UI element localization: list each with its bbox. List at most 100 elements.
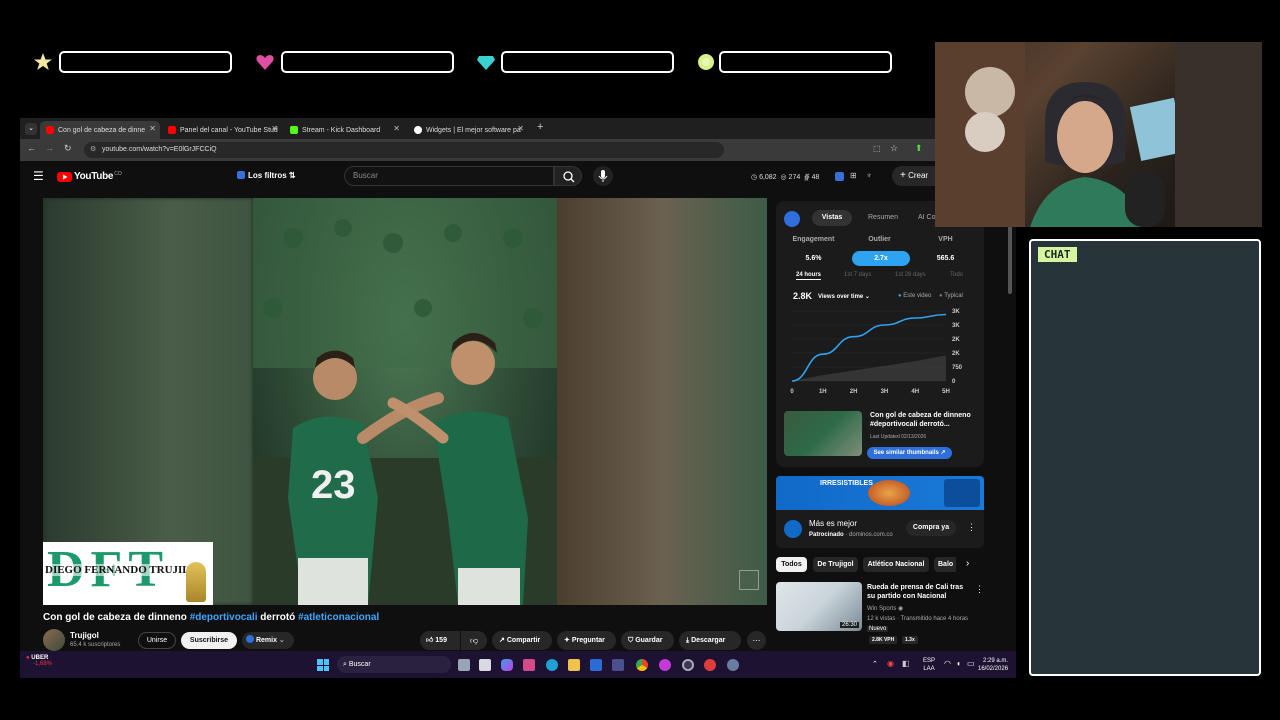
range-all[interactable]: Todo [950, 272, 963, 278]
more-actions-button[interactable]: ⋯ [747, 631, 766, 650]
tab-vistas[interactable]: Vistas [812, 210, 852, 226]
stock-widget[interactable]: ● UBER -1,68% [26, 655, 52, 667]
windows-taskbar: ● UBER -1,68% ⌕ Buscar ⌃ ◉ ◧ ESP LAA ◠ ◖ … [20, 651, 1016, 678]
tab-youtube-video[interactable]: Con gol de cabeza de dinne ✕ [40, 121, 160, 139]
save-button[interactable]: ⛉ Guardar [621, 631, 674, 650]
tab-youtube-studio[interactable]: Panel del canal - YouTube Stud ✕ [162, 121, 282, 139]
channel-name[interactable]: Trujigol [70, 631, 99, 640]
hashtag-link[interactable]: #atleticonacional [298, 612, 379, 623]
forward-icon[interactable]: → [45, 143, 54, 153]
tab-list-button[interactable]: ⌄ [25, 123, 37, 135]
subscribe-button[interactable]: Suscribirse [181, 632, 237, 649]
join-button[interactable]: Unirse [138, 632, 176, 649]
similar-thumbnails-button[interactable]: See similar thumbnails ↗ [867, 447, 952, 459]
range-28d[interactable]: 1st 28 days [895, 272, 926, 278]
x-tick-label: 5H [942, 389, 950, 395]
close-tab-icon[interactable]: ✕ [149, 124, 156, 133]
award-icon[interactable]: ♆ [866, 171, 872, 180]
filters-button[interactable]: Los filtros ⇅ [237, 171, 296, 180]
range-7d[interactable]: 1st 7 days [844, 272, 871, 278]
extension-badge-icon[interactable] [835, 172, 844, 181]
start-icon[interactable] [317, 659, 329, 671]
close-tab-icon[interactable]: ✕ [271, 124, 278, 133]
remix-button[interactable]: Remix ⌄ [242, 632, 294, 649]
pizza-image [868, 480, 910, 506]
ask-button[interactable]: ✦ Preguntar [557, 631, 616, 650]
photos-icon[interactable] [523, 659, 535, 671]
more-options-icon[interactable]: ⋮ [967, 522, 976, 533]
wifi-icon[interactable]: ◠ [944, 659, 951, 668]
chip-todos[interactable]: Todos [776, 557, 807, 572]
download-button[interactable]: ⤓ Descargar [679, 631, 741, 650]
word-icon[interactable] [590, 659, 602, 671]
taskbar-search[interactable]: ⌕ Buscar [337, 656, 451, 673]
chrome-icon[interactable] [636, 659, 648, 671]
channel-avatar[interactable] [43, 629, 65, 651]
hashtag-link[interactable]: #deportivocali [190, 612, 258, 623]
search-input[interactable]: Buscar [344, 166, 554, 186]
rec-thumbnail[interactable]: 26:30 [776, 582, 862, 631]
tab-widgets[interactable]: Widgets | El mejor software pa ✕ [408, 121, 528, 139]
range-24h[interactable]: 24 hours [796, 272, 822, 280]
rec-channel[interactable]: Win Sports ◉ [867, 605, 903, 612]
task-view-icon[interactable] [458, 659, 470, 671]
new-tab-button[interactable]: + [537, 121, 543, 133]
ad-banner[interactable]: IRRESISTIBLES [776, 476, 984, 510]
youtube-logo[interactable]: YouTube CO [57, 171, 122, 182]
obs-icon[interactable] [682, 659, 694, 671]
battery-icon[interactable]: ▭ [967, 659, 975, 668]
voice-search-button[interactable] [593, 166, 613, 186]
chip-de-trujigol[interactable]: De Trujigol [813, 557, 858, 572]
widgets-favicon-icon [414, 126, 422, 134]
explorer-icon[interactable] [568, 659, 580, 671]
ad-cta-button[interactable]: Compra ya [906, 520, 956, 536]
tray-app-icon[interactable]: ◧ [902, 659, 910, 668]
language-indicator[interactable]: ESP LAA [923, 657, 935, 673]
filter-ext-icon [237, 171, 245, 179]
like-button[interactable]: 👍︎ 159 [420, 631, 460, 650]
views-dropdown[interactable]: Views over time ⌄ [818, 293, 870, 300]
chips-next-icon[interactable]: › [966, 558, 969, 569]
similar-label: See similar thumbnails [873, 450, 939, 456]
reload-icon[interactable]: ↻ [64, 143, 72, 154]
close-tab-icon[interactable]: ✕ [393, 124, 400, 133]
rec-more-icon[interactable]: ⋮ [975, 584, 984, 595]
rec-title[interactable]: Rueda de prensa de Cali tras su partido … [867, 583, 971, 601]
chip-balon[interactable]: Balo [934, 557, 956, 572]
tray-icon[interactable]: ◉ [887, 659, 894, 668]
channel-avatar-watermark[interactable] [739, 570, 759, 590]
app-icon[interactable] [659, 659, 671, 671]
settings-gear-icon[interactable] [727, 659, 739, 671]
tab-kick-dashboard[interactable]: Stream - Kick Dashboard ✕ [284, 121, 404, 139]
copilot-icon[interactable] [501, 659, 513, 671]
app-icon[interactable] [704, 659, 716, 671]
search-button[interactable] [554, 166, 582, 186]
thumb-title: Con gol de cabeza de dinneno #deportivoc… [870, 412, 971, 428]
tab-resumen[interactable]: Resumen [868, 214, 898, 221]
video-player[interactable]: 23 DFT DIEGO FERNANDO TRUJILL [43, 198, 767, 605]
close-tab-icon[interactable]: ✕ [517, 124, 524, 133]
terminal-icon[interactable] [612, 659, 624, 671]
site-info-icon[interactable]: ⚙ [90, 142, 96, 158]
volume-icon[interactable]: ◖ [956, 659, 961, 668]
bookmark-star-icon[interactable]: ☆ [890, 143, 898, 154]
rec-meta: 12 k vistas · Transmitido hace 4 horas [867, 616, 969, 622]
back-icon[interactable]: ← [27, 143, 36, 153]
clock[interactable]: 2:29 a.m. 16/02/2026 [978, 657, 1008, 673]
clock-date: 16/02/2026 [978, 666, 1009, 672]
video-title: Con gol de cabeza de dinneno #deportivoc… [43, 612, 379, 623]
menu-icon[interactable]: ☰ [33, 169, 44, 183]
share-button[interactable]: ↗ Compartir [492, 631, 552, 650]
store-icon[interactable] [479, 659, 491, 671]
ext-grid-icon[interactable]: ⊞ [850, 171, 857, 180]
tab-ai[interactable]: AI Co [918, 214, 936, 221]
url-field[interactable]: ⚙ youtube.com/watch?v=E0lGrJFCCiQ [84, 142, 724, 158]
chip-atletico-nacional[interactable]: Atlético Nacional [863, 557, 929, 572]
tray-chevron-icon[interactable]: ⌃ [872, 660, 878, 668]
dislike-button[interactable]: 👎︎ [461, 631, 487, 650]
advertiser-avatar[interactable] [784, 520, 802, 538]
video-thumbnail[interactable] [784, 411, 862, 456]
edge-icon[interactable] [546, 659, 558, 671]
extension-icon[interactable]: ⬆ [915, 143, 923, 154]
install-icon[interactable]: ⬚ [873, 144, 881, 153]
